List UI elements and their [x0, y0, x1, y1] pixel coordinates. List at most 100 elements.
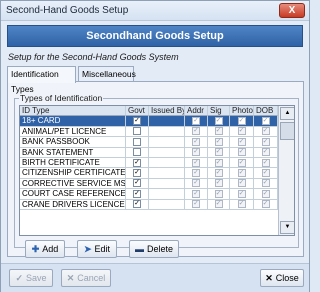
tab-miscellaneous[interactable]: Miscellaneous	[78, 66, 136, 82]
dob-checkbox[interactable]: ✓	[261, 117, 270, 126]
photo-checkbox[interactable]: ✓	[237, 158, 246, 167]
govt-checkbox[interactable]	[133, 137, 141, 146]
photo-checkbox[interactable]: ✓	[237, 117, 246, 126]
id-type-cell[interactable]: 18+ CARD	[20, 116, 126, 127]
addr-checkbox[interactable]: ✓	[192, 179, 200, 188]
table-row[interactable]: ANIMAL/PET LICENCE ✓ ✓ ✓ ✓	[20, 126, 294, 138]
col-header-issued-by[interactable]: Issued By	[149, 106, 185, 117]
col-header-dob[interactable]: DOB	[254, 106, 278, 117]
govt-cell: ✓	[126, 158, 149, 169]
sig-checkbox[interactable]: ✓	[214, 179, 223, 188]
id-type-cell[interactable]: CORRECTIVE SERVICE MST IDX	[20, 178, 126, 190]
addr-checkbox[interactable]: ✓	[192, 127, 200, 136]
photo-cell: ✓	[230, 189, 254, 200]
id-type-cell[interactable]: COURT CASE REFERENCE NUMI	[20, 189, 126, 200]
photo-checkbox[interactable]: ✓	[237, 148, 246, 157]
addr-checkbox[interactable]: ✓	[192, 189, 200, 198]
addr-cell: ✓	[185, 147, 208, 158]
addr-cell: ✓	[185, 126, 208, 138]
photo-checkbox[interactable]: ✓	[237, 127, 246, 136]
sig-cell: ✓	[208, 137, 230, 148]
issued-cell	[149, 147, 185, 158]
photo-checkbox[interactable]: ✓	[237, 200, 246, 209]
col-header-id-type[interactable]: ID Type	[20, 106, 126, 117]
tab-identification-types[interactable]: Identification Types	[7, 66, 76, 94]
sig-checkbox[interactable]: ✓	[214, 200, 223, 209]
scroll-up-icon[interactable]: ▲	[280, 107, 294, 120]
sig-checkbox[interactable]: ✓	[214, 189, 223, 198]
dob-checkbox[interactable]: ✓	[261, 189, 270, 198]
issued-cell	[149, 158, 185, 169]
id-type-cell[interactable]: ANIMAL/PET LICENCE	[20, 126, 126, 138]
issued-cell	[149, 126, 185, 138]
dob-checkbox[interactable]: ✓	[261, 200, 270, 209]
addr-checkbox[interactable]: ✓	[192, 148, 200, 157]
addr-cell: ✓	[185, 137, 208, 148]
sig-checkbox[interactable]: ✓	[214, 117, 223, 126]
govt-checkbox[interactable]: ✓	[133, 179, 141, 188]
addr-checkbox[interactable]: ✓	[192, 200, 200, 209]
scroll-down-icon[interactable]: ▼	[280, 221, 294, 234]
col-header-govt[interactable]: Govt	[126, 106, 149, 117]
edit-button-label: Edit	[94, 244, 111, 254]
sig-checkbox[interactable]: ✓	[214, 169, 223, 178]
dob-checkbox[interactable]: ✓	[261, 169, 270, 178]
edit-button[interactable]: ➤ Edit	[77, 240, 117, 258]
table-row[interactable]: BANK STATEMENT ✓ ✓ ✓ ✓	[20, 147, 294, 158]
addr-checkbox[interactable]: ✓	[192, 117, 200, 126]
save-button[interactable]: ✓ Save	[9, 269, 53, 287]
add-button[interactable]: ✚ Add	[25, 240, 65, 258]
table-row[interactable]: BIRTH CERTIFICATE ✓ ✓ ✓ ✓ ✓	[20, 158, 294, 169]
col-header-addr[interactable]: Addr	[185, 106, 208, 117]
addr-checkbox[interactable]: ✓	[192, 158, 200, 167]
edit-arrow-icon: ➤	[83, 244, 92, 254]
dob-checkbox[interactable]: ✓	[261, 148, 270, 157]
cancel-x-icon: ✕	[66, 273, 75, 283]
dob-cell: ✓	[254, 189, 278, 200]
window-title: Second-Hand Goods Setup	[6, 5, 129, 16]
window-close-button[interactable]: X	[279, 3, 305, 18]
id-type-cell[interactable]: CRANE DRIVERS LICENCE	[20, 199, 126, 210]
scroll-thumb[interactable]	[280, 122, 294, 140]
cancel-button[interactable]: ✕ Cancel	[61, 269, 111, 287]
govt-checkbox[interactable]	[133, 148, 141, 157]
delete-button[interactable]: ▬ Delete	[129, 240, 179, 258]
sig-checkbox[interactable]: ✓	[214, 148, 223, 157]
photo-cell: ✓	[230, 158, 254, 169]
table-row[interactable]: COURT CASE REFERENCE NUMI ✓ ✓ ✓ ✓ ✓	[20, 189, 294, 200]
addr-checkbox[interactable]: ✓	[192, 169, 200, 178]
govt-checkbox[interactable]: ✓	[133, 200, 141, 209]
dob-checkbox[interactable]: ✓	[261, 137, 270, 146]
photo-checkbox[interactable]: ✓	[237, 189, 246, 198]
addr-checkbox[interactable]: ✓	[192, 137, 200, 146]
govt-checkbox[interactable]: ✓	[133, 169, 141, 178]
table-row[interactable]: 18+ CARD ✓ ✓ ✓ ✓ ✓	[20, 116, 294, 127]
col-header-sig[interactable]: Sig	[208, 106, 230, 117]
id-type-cell[interactable]: BANK STATEMENT	[20, 147, 126, 158]
id-type-cell[interactable]: BANK PASSBOOK	[20, 137, 126, 148]
photo-checkbox[interactable]: ✓	[237, 179, 246, 188]
dob-cell: ✓	[254, 137, 278, 148]
dob-checkbox[interactable]: ✓	[261, 179, 270, 188]
sig-checkbox[interactable]: ✓	[214, 137, 223, 146]
id-type-cell[interactable]: CITIZENSHIP CERTIFICATE	[20, 168, 126, 179]
sig-checkbox[interactable]: ✓	[214, 158, 223, 167]
grid-scrollbar[interactable]: ▲ ▼	[278, 106, 294, 235]
govt-checkbox[interactable]: ✓	[133, 158, 141, 167]
dob-checkbox[interactable]: ✓	[261, 158, 270, 167]
govt-checkbox[interactable]: ✓	[133, 117, 141, 126]
id-type-cell[interactable]: BIRTH CERTIFICATE	[20, 158, 126, 169]
table-row[interactable]: CORRECTIVE SERVICE MST IDX ✓ ✓ ✓ ✓ ✓	[20, 178, 294, 190]
govt-checkbox[interactable]: ✓	[133, 189, 141, 198]
sig-checkbox[interactable]: ✓	[214, 127, 223, 136]
close-button[interactable]: ✕ Close	[260, 269, 304, 287]
table-row[interactable]: CITIZENSHIP CERTIFICATE ✓ ✓ ✓ ✓ ✓	[20, 168, 294, 179]
photo-checkbox[interactable]: ✓	[237, 169, 246, 178]
save-button-label: Save	[26, 273, 47, 283]
photo-checkbox[interactable]: ✓	[237, 137, 246, 146]
table-row[interactable]: BANK PASSBOOK ✓ ✓ ✓ ✓	[20, 137, 294, 148]
col-header-photo[interactable]: Photo	[230, 106, 254, 117]
dob-checkbox[interactable]: ✓	[261, 127, 270, 136]
table-row[interactable]: CRANE DRIVERS LICENCE ✓ ✓ ✓ ✓ ✓	[20, 199, 294, 210]
govt-checkbox[interactable]	[133, 127, 141, 136]
